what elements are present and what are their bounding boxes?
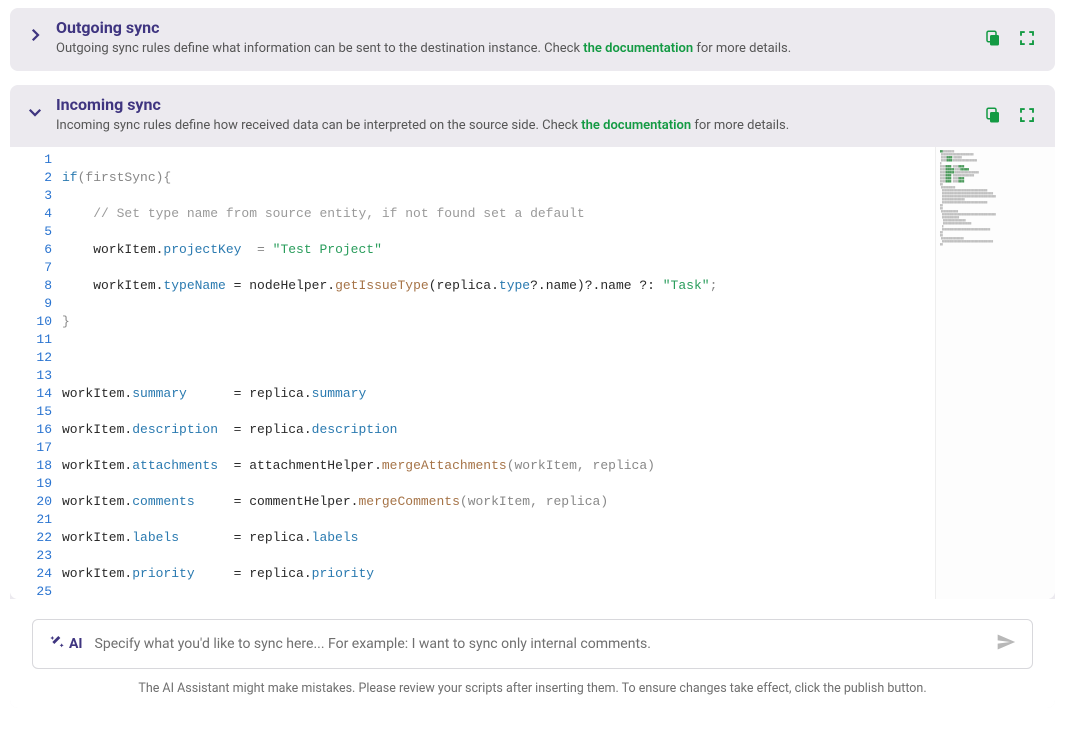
outgoing-sync-panel: Outgoing sync Outgoing sync rules define…	[10, 8, 1055, 71]
incoming-sync-panel: Incoming sync Incoming sync rules define…	[10, 85, 1055, 709]
outgoing-description: Outgoing sync rules define what informat…	[56, 39, 983, 59]
incoming-description: Incoming sync rules define how received …	[56, 116, 983, 136]
incoming-desc-a: Incoming sync rules define how received …	[56, 118, 581, 133]
ai-input-box[interactable]: AI Specify what you'd like to sync here.…	[32, 619, 1033, 669]
ai-assistant-bar: AI Specify what you'd like to sync here.…	[10, 599, 1055, 708]
minimap[interactable]: ██████████ ███████████████████████ █████…	[935, 147, 1055, 599]
incoming-doc-link[interactable]: the documentation	[581, 118, 691, 133]
ai-label: AI	[69, 636, 83, 652]
ai-badge: AI	[49, 634, 83, 654]
fullscreen-icon[interactable]	[1017, 28, 1037, 48]
outgoing-title: Outgoing sync	[56, 18, 983, 37]
chevron-right-icon[interactable]	[24, 24, 46, 46]
outgoing-header: Outgoing sync Outgoing sync rules define…	[10, 8, 1055, 71]
incoming-title: Incoming sync	[56, 95, 983, 114]
incoming-header: Incoming sync Incoming sync rules define…	[10, 85, 1055, 148]
incoming-desc-b: for more details.	[691, 118, 789, 133]
send-icon[interactable]	[996, 632, 1016, 656]
outgoing-doc-link[interactable]: the documentation	[583, 41, 693, 56]
line-number-gutter: 1234567891011121314151617181920212223242…	[10, 147, 60, 599]
copy-icon[interactable]	[983, 28, 1003, 48]
ai-disclaimer: The AI Assistant might make mistakes. Pl…	[32, 681, 1033, 696]
code-editor[interactable]: 1234567891011121314151617181920212223242…	[10, 147, 1055, 599]
outgoing-desc-b: for more details.	[693, 41, 791, 56]
ai-placeholder-text: Specify what you'd like to sync here... …	[95, 636, 984, 652]
outgoing-desc-a: Outgoing sync rules define what informat…	[56, 41, 583, 56]
fullscreen-icon[interactable]	[1017, 105, 1037, 125]
wand-icon	[49, 634, 65, 654]
chevron-down-icon[interactable]	[24, 101, 46, 123]
copy-icon[interactable]	[983, 105, 1003, 125]
code-content[interactable]: if(firstSync){ // Set type name from sou…	[60, 147, 935, 599]
